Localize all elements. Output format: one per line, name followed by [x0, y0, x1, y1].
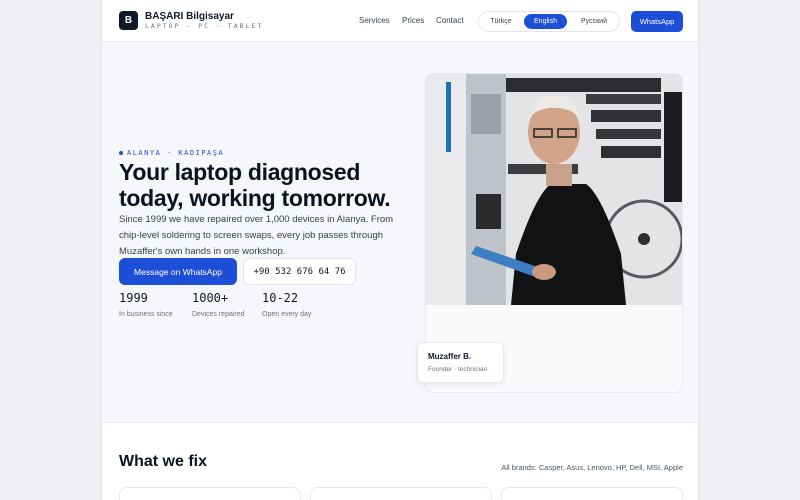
founder-name: Muzaffer B. — [428, 352, 472, 361]
founder-photo — [426, 74, 682, 305]
location-label: ALANYA · KADIPAŞA — [119, 149, 224, 157]
stat-devices: 1000+ Devices repaired — [192, 291, 245, 318]
logo-badge[interactable]: B — [119, 11, 138, 30]
stat-value: 1999 — [119, 291, 148, 305]
nav-prices[interactable]: Prices — [402, 16, 424, 25]
service-card[interactable] — [310, 487, 492, 500]
whatsapp-header-button[interactable]: WhatsApp — [631, 11, 683, 32]
service-card[interactable] — [501, 487, 683, 500]
lang-english[interactable]: English — [524, 14, 567, 29]
page-card: B BAŞARI Bilgisayar LAPTOP · PC · TABLET… — [101, 0, 699, 500]
brand-name[interactable]: BAŞARI Bilgisayar — [145, 11, 234, 22]
stat-value: 1000+ — [192, 291, 229, 305]
hero-headline: Your laptop diagnosed today, working tom… — [119, 159, 391, 211]
brand-tagline: LAPTOP · PC · TABLET — [145, 22, 264, 30]
site-header: B BAŞARI Bilgisayar LAPTOP · PC · TABLET… — [102, 0, 698, 42]
hero-lead: Since 1999 we have repaired over 1,000 d… — [119, 214, 394, 257]
location-dot-icon — [119, 151, 123, 155]
message-whatsapp-button[interactable]: Message on WhatsApp — [119, 258, 237, 285]
location-text: ALANYA · KADIPAŞA — [127, 149, 225, 157]
stat-label: Open every day — [262, 311, 312, 318]
stat-label: Devices repaired — [192, 311, 245, 318]
nav-services[interactable]: Services — [359, 16, 390, 25]
service-card[interactable] — [119, 487, 301, 500]
language-switcher: Türkçe English Русский — [478, 11, 620, 32]
services-section: What we fix All brands: Casper, Asus, Le… — [102, 422, 698, 500]
nav-contact[interactable]: Contact — [436, 16, 464, 25]
stat-since: 1999 In business since — [119, 291, 173, 318]
brands-list: All brands: Casper, Asus, Lenovo, HP, De… — [501, 463, 683, 472]
stat-value: 10-22 — [262, 291, 299, 305]
stat-hours: 10-22 Open every day — [262, 291, 311, 318]
stat-label: In business since — [119, 311, 173, 318]
founder-caption-card: Muzaffer B. Founder · technician — [417, 342, 504, 383]
lang-turkish[interactable]: Türkçe — [482, 14, 520, 29]
services-title: What we fix — [119, 453, 208, 470]
phone-button[interactable]: +90 532 676 64 76 — [243, 258, 356, 285]
founder-role: Founder · technician — [428, 366, 488, 373]
lang-russian[interactable]: Русский — [571, 14, 617, 29]
